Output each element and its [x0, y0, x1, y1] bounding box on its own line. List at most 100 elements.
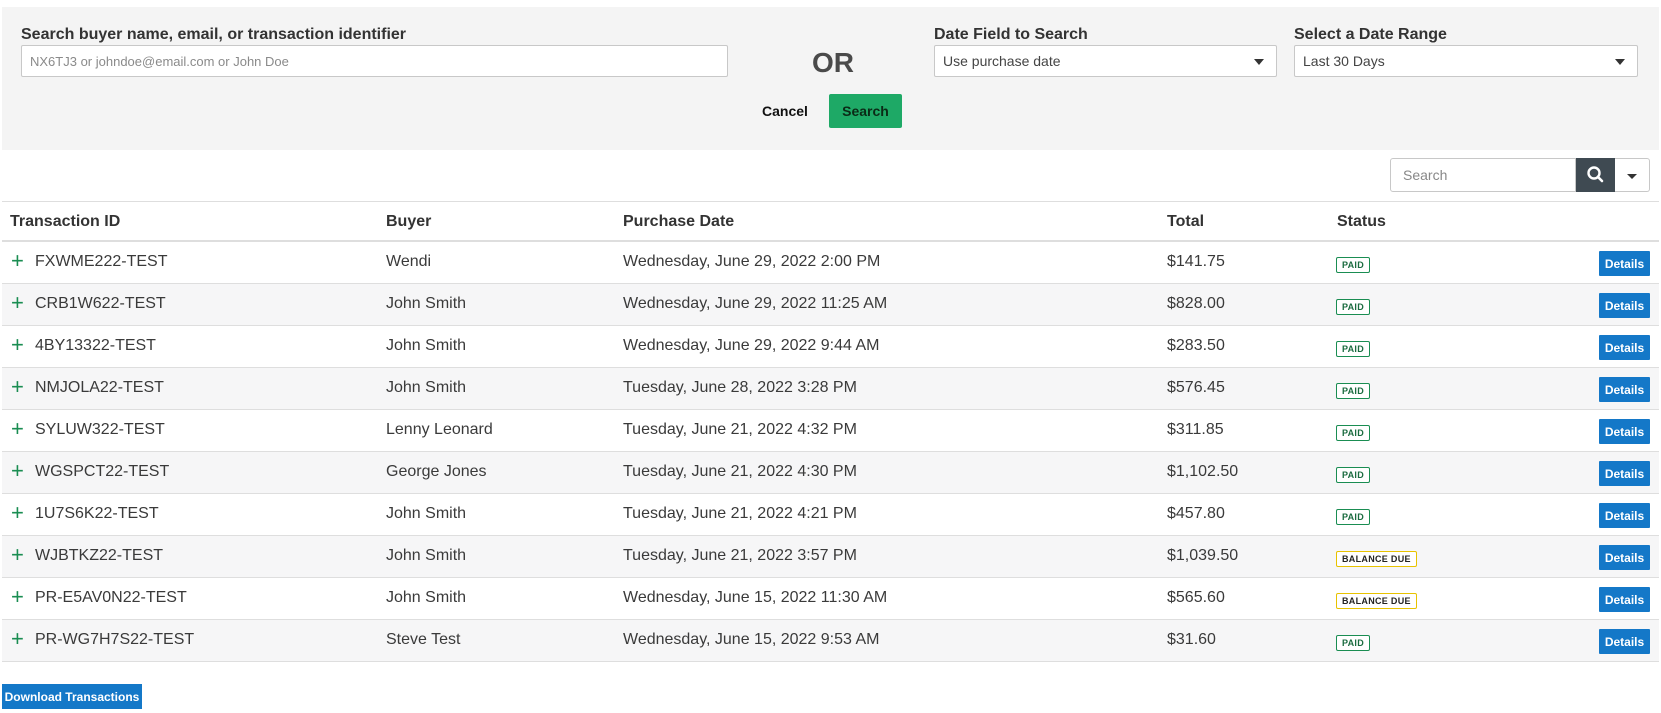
- chevron-down-icon: [1615, 59, 1625, 65]
- expand-row-icon[interactable]: +: [11, 376, 24, 398]
- expand-row-icon[interactable]: +: [11, 460, 24, 482]
- cancel-button[interactable]: Cancel: [762, 103, 808, 119]
- expand-row-icon[interactable]: +: [11, 544, 24, 566]
- status-badge: PAID: [1336, 341, 1371, 357]
- transaction-id: SYLUW322-TEST: [35, 421, 165, 438]
- expand-row-icon[interactable]: +: [11, 418, 24, 440]
- expand-row-icon[interactable]: +: [11, 628, 24, 650]
- expand-row-icon[interactable]: +: [11, 502, 24, 524]
- column-header-status[interactable]: Status: [1337, 213, 1386, 231]
- purchase-date: Tuesday, June 21, 2022 4:30 PM: [623, 463, 857, 480]
- purchase-date: Wednesday, June 29, 2022 9:44 AM: [623, 337, 880, 354]
- date-range-value: Last 30 Days: [1303, 53, 1385, 69]
- purchase-date: Wednesday, June 29, 2022 11:25 AM: [623, 295, 888, 312]
- details-button[interactable]: Details: [1599, 587, 1650, 612]
- buyer-name: Lenny Leonard: [386, 421, 493, 438]
- chevron-down-icon: [1254, 59, 1264, 65]
- table-row: +1U7S6K22-TEST John Smith Tuesday, June 21…: [2, 494, 1659, 536]
- expand-row-icon[interactable]: +: [11, 292, 24, 314]
- buyer-name: John Smith: [386, 379, 467, 396]
- purchase-date: Wednesday, June 15, 2022 11:30 AM: [623, 589, 888, 606]
- buyer-name: Steve Test: [386, 631, 461, 648]
- date-field-value: Use purchase date: [943, 53, 1061, 69]
- transaction-id: 1U7S6K22-TEST: [35, 505, 159, 522]
- table-row: + FXWME222-TEST Wendi Wednesday, June 29, 2…: [2, 242, 1659, 284]
- table-search-input[interactable]: [1390, 158, 1576, 192]
- date-field-select[interactable]: Use purchase date: [934, 45, 1277, 77]
- total-amount: $565.60: [1167, 589, 1225, 606]
- expand-row-icon[interactable]: +: [11, 334, 24, 356]
- buyer-name: John Smith: [386, 505, 467, 522]
- search-panel: Search buyer name, email, or transaction…: [2, 7, 1659, 150]
- transaction-id: WJBTKZ22-TEST: [35, 547, 164, 564]
- total-amount: $311.85: [1167, 421, 1224, 438]
- buyer-name: John Smith: [386, 295, 467, 312]
- status-badge: PAID: [1336, 257, 1371, 273]
- transactions-table: Transaction ID Buyer Purchase Date Total…: [2, 201, 1659, 662]
- date-range-label: Select a Date Range: [1294, 26, 1447, 43]
- purchase-date: Tuesday, June 28, 2022 3:28 PM: [623, 379, 857, 396]
- column-header-transaction-id[interactable]: Transaction ID: [10, 213, 120, 231]
- transaction-id: FXWME222-TEST: [35, 253, 168, 270]
- expand-row-icon[interactable]: +: [11, 250, 24, 272]
- buyer-name: John Smith: [386, 547, 467, 564]
- status-badge: PAID: [1336, 383, 1371, 399]
- total-amount: $1,039.50: [1167, 547, 1239, 564]
- search-icon: [1587, 166, 1604, 183]
- table-row: + SYLUW322-TEST Lenny Leonard Tuesday, June…: [2, 410, 1659, 452]
- details-button[interactable]: Details: [1599, 293, 1650, 318]
- status-badge: BALANCE DUE: [1336, 593, 1417, 609]
- column-header-purchase-date[interactable]: Purchase Date: [623, 213, 734, 231]
- buyer-search-label: Search buyer name, email, or transaction…: [21, 26, 407, 43]
- buyer-name: John Smith: [386, 337, 467, 354]
- expand-row-icon[interactable]: +: [11, 586, 24, 608]
- transaction-id: PR-WG7H7S22-TEST: [35, 631, 195, 648]
- buyer-name: George Jones: [386, 463, 487, 480]
- details-button[interactable]: Details: [1599, 545, 1650, 570]
- column-header-total[interactable]: Total: [1167, 213, 1204, 231]
- table-row: +4BY13322-TEST John Smith Wednesday, June …: [2, 326, 1659, 368]
- search-button[interactable]: Search: [829, 94, 902, 128]
- buyer-name: Wendi: [386, 253, 432, 270]
- buyer-name: John Smith: [386, 589, 467, 606]
- transaction-id: 4BY13322-TEST: [35, 337, 156, 354]
- details-button[interactable]: Details: [1599, 503, 1650, 528]
- buyer-search-input[interactable]: [21, 45, 728, 77]
- total-amount: $31.60: [1167, 631, 1216, 648]
- transaction-id: CRB1W622-TEST: [35, 295, 166, 312]
- purchase-date: Tuesday, June 21, 2022 4:21 PM: [623, 505, 857, 522]
- total-amount: $576.45: [1167, 379, 1225, 396]
- status-badge: BALANCE DUE: [1336, 551, 1417, 567]
- purchase-date: Tuesday, June 21, 2022 3:57 PM: [623, 547, 857, 564]
- purchase-date: Wednesday, June 29, 2022 2:00 PM: [623, 253, 881, 270]
- transaction-id: PR-E5AV0N22-TEST: [35, 589, 187, 606]
- status-badge: PAID: [1336, 425, 1371, 441]
- download-transactions-button[interactable]: Download Transactions: [2, 684, 142, 709]
- details-button[interactable]: Details: [1599, 419, 1650, 444]
- total-amount: $457.80: [1167, 505, 1225, 522]
- table-row: + PR-WG7H7S22-TEST Steve Test Wednesday, Ju…: [2, 620, 1659, 662]
- caret-down-icon: [1627, 174, 1637, 179]
- total-amount: $141.75: [1167, 253, 1225, 270]
- total-amount: $283.50: [1167, 337, 1225, 354]
- details-button[interactable]: Details: [1599, 629, 1650, 654]
- date-range-select[interactable]: Last 30 Days: [1294, 45, 1638, 77]
- status-badge: PAID: [1336, 509, 1371, 525]
- details-button[interactable]: Details: [1599, 251, 1650, 276]
- date-field-label: Date Field to Search: [934, 26, 1088, 43]
- details-button[interactable]: Details: [1599, 335, 1650, 360]
- table-row: + WJBTKZ22-TEST John Smith Tuesday, June 21…: [2, 536, 1659, 578]
- column-header-buyer[interactable]: Buyer: [386, 213, 431, 231]
- transaction-id: NMJOLA22-TEST: [35, 379, 164, 396]
- status-badge: PAID: [1336, 467, 1371, 483]
- total-amount: $1,102.50: [1167, 463, 1239, 480]
- details-button[interactable]: Details: [1599, 377, 1650, 402]
- table-row: + NMJOLA22-TEST John Smith Tuesday, June 28…: [2, 368, 1659, 410]
- status-badge: PAID: [1336, 635, 1371, 651]
- or-separator: OR: [812, 47, 854, 78]
- purchase-date: Wednesday, June 15, 2022 9:53 AM: [623, 631, 880, 648]
- table-search-button[interactable]: [1576, 158, 1615, 192]
- table-options-dropdown[interactable]: [1615, 158, 1650, 192]
- table-row: + CRB1W622-TEST John Smith Wednesday, June …: [2, 284, 1659, 326]
- details-button[interactable]: Details: [1599, 461, 1650, 486]
